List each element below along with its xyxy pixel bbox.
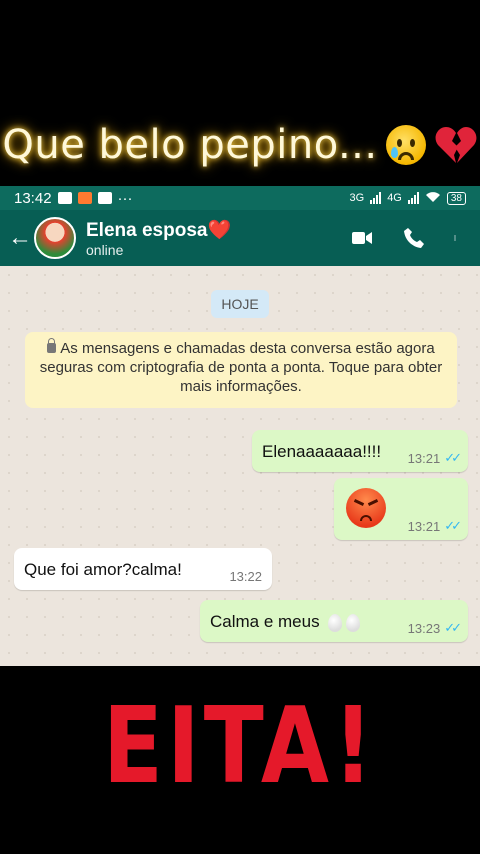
message-text: Elenaaaaaaa!!!! bbox=[262, 442, 382, 461]
top-caption-text: Que belo pepino... bbox=[2, 122, 378, 168]
lock-icon bbox=[47, 338, 57, 353]
network-4g-label: 4G bbox=[387, 192, 402, 204]
message-meta: 13:21 ✓✓ bbox=[407, 450, 462, 466]
encryption-text: As mensagens e chamadas desta conversa e… bbox=[39, 340, 443, 395]
encryption-notice[interactable]: As mensagens e chamadas desta conversa e… bbox=[25, 332, 457, 408]
message-meta: 13:23 ✓✓ bbox=[407, 620, 462, 636]
contact-status: online bbox=[86, 242, 124, 258]
message-bubble[interactable]: Que foi amor?calma! 13:22 bbox=[14, 548, 272, 590]
app-notification-icon bbox=[77, 192, 92, 204]
message-bubble[interactable]: 13:21 ✓✓ bbox=[334, 478, 468, 540]
message-time: 13:21 bbox=[407, 518, 441, 534]
read-ticks-icon: ✓✓ bbox=[444, 518, 462, 533]
status-time: 13:42 bbox=[14, 189, 52, 207]
signal-icon bbox=[370, 192, 382, 204]
message-meta: 13:22 bbox=[229, 569, 262, 584]
bottom-caption-text: EITA! bbox=[102, 683, 378, 807]
more-notifications-icon: ··· bbox=[117, 189, 133, 207]
read-ticks-icon: ✓✓ bbox=[444, 620, 462, 635]
message-time: 13:22 bbox=[229, 569, 262, 584]
status-bar: 13:42 ··· 3G 4G 38 bbox=[0, 186, 480, 210]
message-time: 13:21 bbox=[407, 450, 441, 466]
angry-face-icon bbox=[346, 488, 386, 528]
whatsapp-screen: 13:42 ··· 3G 4G 38 ← Elena esposa❤️ onli… bbox=[0, 186, 480, 666]
read-ticks-icon: ✓✓ bbox=[444, 450, 462, 465]
menu-dots-icon[interactable] bbox=[440, 226, 470, 250]
egg-icon bbox=[346, 613, 361, 632]
message-bubble[interactable]: Calma e meus 13:23 ✓✓ bbox=[200, 600, 468, 642]
game-notification-icon bbox=[97, 192, 112, 204]
chat-header: ← Elena esposa❤️ online bbox=[0, 210, 480, 266]
chat-area[interactable]: HOJE As mensagens e chamadas desta conve… bbox=[0, 266, 480, 666]
message-meta: 13:21 ✓✓ bbox=[407, 518, 462, 534]
wifi-icon bbox=[425, 191, 441, 206]
back-arrow-icon[interactable]: ← bbox=[8, 224, 34, 252]
crying-face-icon bbox=[385, 125, 426, 165]
egg-icon bbox=[328, 613, 343, 632]
top-caption: Que belo pepino... bbox=[0, 110, 480, 180]
network-3g-label: 3G bbox=[349, 192, 365, 204]
avatar[interactable] bbox=[34, 217, 76, 259]
signal-icon-2 bbox=[407, 192, 419, 204]
contact-info[interactable]: Elena esposa❤️ online bbox=[86, 218, 336, 258]
broken-heart-icon bbox=[434, 125, 478, 165]
message-text: Que foi amor?calma! bbox=[24, 560, 182, 579]
battery-indicator: 38 bbox=[446, 191, 466, 205]
youtube-icon bbox=[57, 192, 72, 204]
message-time: 13:23 bbox=[407, 620, 441, 636]
date-chip: HOJE bbox=[211, 290, 269, 318]
message-text: Calma e meus bbox=[210, 612, 320, 631]
message-text-with-eggs: Calma e meus bbox=[210, 612, 361, 632]
message-bubble[interactable]: Elenaaaaaaa!!!! 13:21 ✓✓ bbox=[252, 430, 468, 472]
bottom-caption: EITA! bbox=[0, 680, 480, 810]
contact-name: Elena esposa❤️ bbox=[86, 220, 232, 241]
voice-call-icon[interactable] bbox=[388, 226, 440, 250]
video-call-icon[interactable] bbox=[336, 226, 388, 250]
